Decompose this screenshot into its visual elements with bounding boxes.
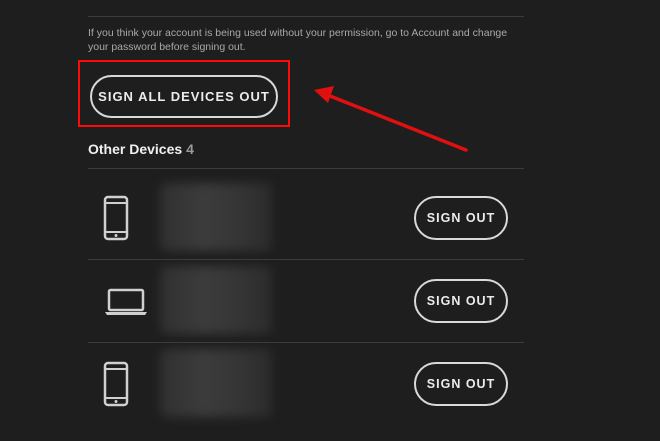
device-name-blurred bbox=[160, 183, 272, 251]
security-notice: If you think your account is being used … bbox=[88, 27, 508, 53]
sign-out-button[interactable]: SIGN OUT bbox=[414, 196, 508, 240]
device-row: SIGN OUT bbox=[88, 343, 524, 425]
section-divider bbox=[88, 168, 524, 169]
sign-out-button[interactable]: SIGN OUT bbox=[414, 279, 508, 323]
device-name-blurred bbox=[160, 349, 272, 417]
sign-out-button[interactable]: SIGN OUT bbox=[414, 362, 508, 406]
laptop-icon bbox=[105, 288, 147, 315]
device-name-blurred bbox=[160, 266, 272, 334]
smartphone-icon bbox=[103, 361, 129, 407]
other-devices-title: Other Devices bbox=[88, 141, 183, 157]
smartphone-icon bbox=[103, 195, 129, 241]
devices-panel: If you think your account is being used … bbox=[78, 0, 524, 441]
other-devices-count: 4 bbox=[186, 141, 194, 157]
other-devices-heading: Other Devices 4 bbox=[88, 141, 194, 157]
sign-all-devices-out-button[interactable]: SIGN ALL DEVICES OUT bbox=[90, 75, 278, 118]
top-divider bbox=[88, 16, 524, 17]
device-row: SIGN OUT bbox=[88, 260, 524, 342]
device-row: SIGN OUT bbox=[88, 177, 524, 259]
